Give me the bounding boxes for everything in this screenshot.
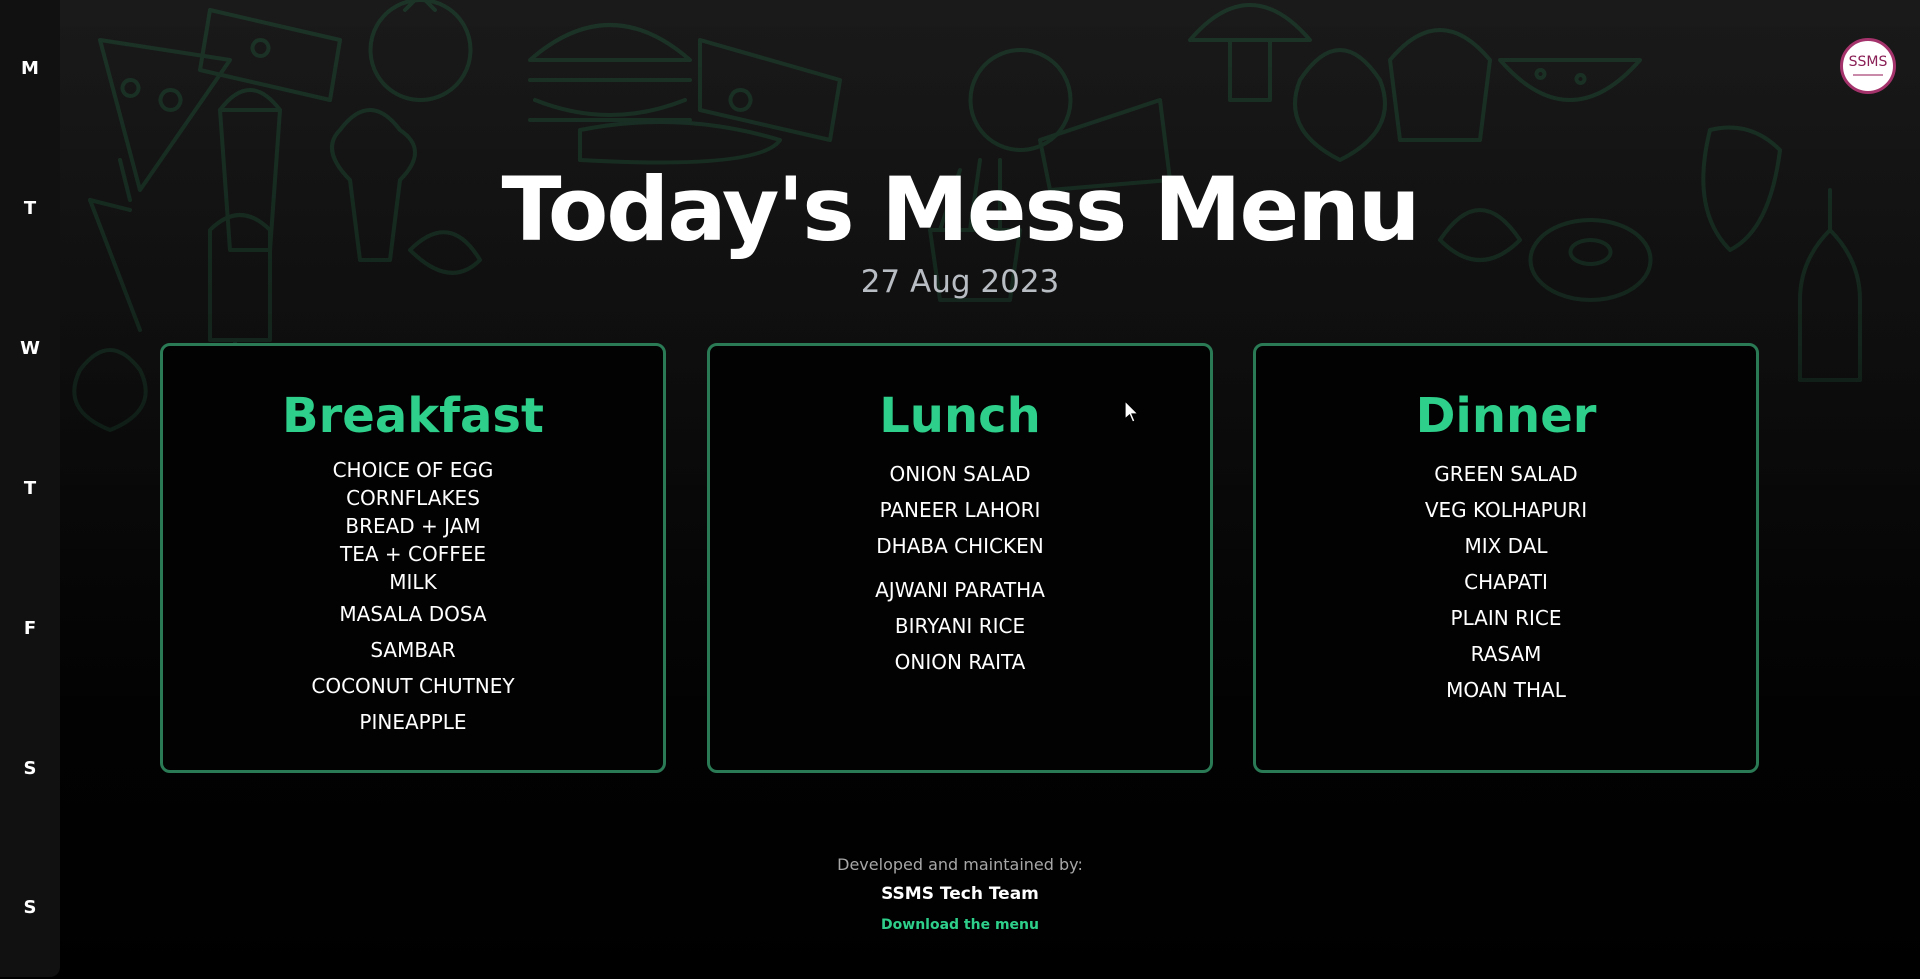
breakfast-item: MASALA DOSA: [339, 602, 487, 626]
sidebar-day-monday[interactable]: M: [0, 49, 60, 89]
menu-content: Today's Mess Menu 27 Aug 2023 Breakfast …: [0, 0, 1920, 979]
breakfast-item: CHOICE OF EGG: [332, 458, 494, 482]
mouse-pointer-icon: [1124, 400, 1140, 423]
dinner-title: Dinner: [1415, 388, 1597, 444]
lunch-item: PANEER LAHORI: [879, 498, 1041, 522]
dinner-item: CHAPATI: [1464, 570, 1548, 594]
lunch-item: AJWANI PARATHA: [875, 578, 1045, 602]
menu-date: 27 Aug 2023: [860, 264, 1060, 300]
team-name: SSMS Tech Team: [881, 884, 1039, 904]
breakfast-item: CORNFLAKES: [346, 486, 480, 510]
dinner-item: MOAN THAL: [1446, 678, 1566, 702]
breakfast-item: BREAD + JAM: [345, 514, 481, 538]
dinner-item: GREEN SALAD: [1434, 462, 1578, 486]
ssms-logo[interactable]: SSMS: [1840, 38, 1896, 94]
lunch-item: DHABA CHICKEN: [876, 534, 1044, 558]
breakfast-item: MILK: [389, 570, 437, 594]
developed-by-label: Developed and maintained by:: [837, 855, 1083, 874]
sidebar-day-tuesday[interactable]: T: [0, 189, 60, 229]
lunch-item: ONION SALAD: [889, 462, 1031, 486]
sidebar-day-friday[interactable]: F: [0, 609, 60, 649]
dinner-item: RASAM: [1470, 642, 1542, 666]
dinner-items: GREEN SALAD VEG KOLHAPURI MIX DAL CHAPAT…: [1256, 456, 1756, 708]
sidebar-day-wednesday[interactable]: W: [0, 329, 60, 369]
dinner-item: VEG KOLHAPURI: [1424, 498, 1588, 522]
breakfast-item: COCONUT CHUTNEY: [311, 674, 515, 698]
sidebar-day-saturday[interactable]: S: [0, 749, 60, 789]
dinner-item: PLAIN RICE: [1450, 606, 1562, 630]
sidebar-day-sunday[interactable]: S: [0, 888, 60, 928]
breakfast-item: PINEAPPLE: [359, 710, 467, 734]
sidebar-day-thursday[interactable]: T: [0, 469, 60, 509]
page-title: Today's Mess Menu: [501, 158, 1421, 261]
breakfast-title: Breakfast: [282, 388, 544, 444]
lunch-item: ONION RAITA: [894, 650, 1026, 674]
breakfast-card: Breakfast CHOICE OF EGG CORNFLAKES BREAD…: [160, 343, 666, 773]
lunch-item: BIRYANI RICE: [894, 614, 1026, 638]
breakfast-item: SAMBAR: [370, 638, 456, 662]
lunch-items: ONION SALAD PANEER LAHORI DHABA CHICKEN …: [710, 456, 1210, 680]
dinner-item: MIX DAL: [1464, 534, 1548, 558]
download-menu-link[interactable]: Download the menu: [760, 917, 1160, 933]
breakfast-items: CHOICE OF EGG CORNFLAKES BREAD + JAM TEA…: [163, 456, 663, 740]
dinner-card: Dinner GREEN SALAD VEG KOLHAPURI MIX DAL…: [1253, 343, 1759, 773]
day-sidebar: M T W T F S S: [0, 0, 60, 977]
logo-fork-icon: [1853, 74, 1883, 76]
breakfast-item: TEA + COFFEE: [340, 542, 486, 566]
page: M T W T F S S SSMS Today's Mess Menu 27 …: [0, 0, 1920, 979]
logo-text: SSMS: [1848, 54, 1888, 70]
